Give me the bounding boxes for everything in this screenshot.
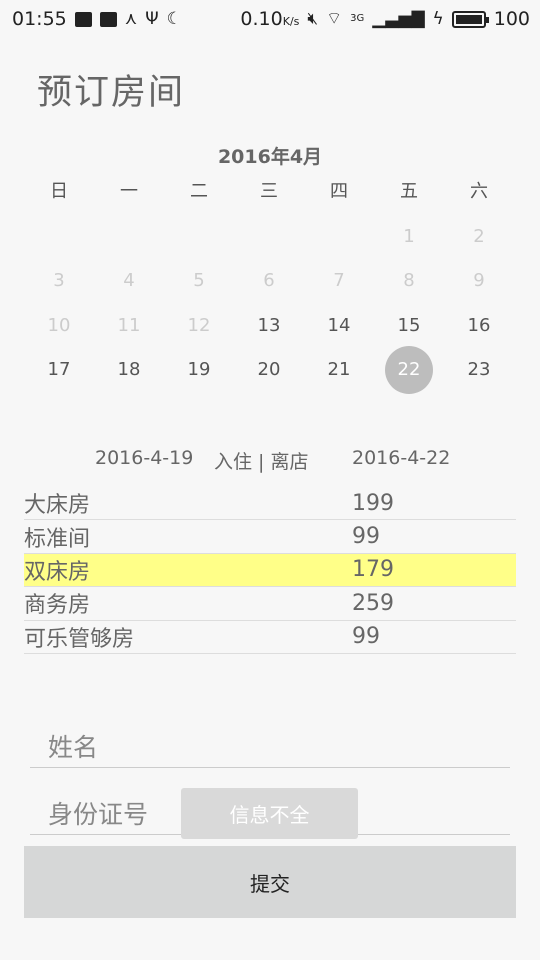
room-price: 259 [352,590,394,616]
calendar-day-19[interactable]: 19 [164,348,234,392]
calendar-month-label: 2016年4月 [217,146,323,168]
app-notification-icon [99,11,117,27]
charging-icon: ϟ [432,8,444,29]
calendar-empty-cell [94,215,164,259]
calendar-day-6: 6 [263,270,275,292]
room-name: 大床房 [24,493,91,519]
room-price: 179 [352,557,394,583]
status-left: 01:55 ⋏ Ψ ☾ [12,8,182,30]
status-right: 0.10K/s 🔇︎ ⌔ 3G ▁▃▅▇ ϟ 100 [240,8,530,30]
room-name: 标准间 [24,526,91,552]
selected-day-label: 22 [397,359,421,381]
weekday-header: 五 [400,181,418,203]
weekday-header: 六 [470,181,488,203]
room-row[interactable]: 商务房 259 [24,587,516,621]
moon-icon: ☾ [166,8,182,29]
weekday-header: 日 [50,181,68,203]
calendar-day-13[interactable]: 13 [234,304,304,348]
status-time: 01:55 [12,8,67,30]
calendar-day-22[interactable]: 22 [374,346,444,395]
calendar-empty-cell [24,215,94,259]
calendar-day-1: 1 [403,225,415,247]
calendar-empty-cell [304,215,374,259]
room-row[interactable]: 标准间 99 [24,520,516,554]
image-notification-icon [74,11,92,27]
calendar-day-23[interactable]: 23 [444,348,514,392]
room-name: 双床房 [24,559,91,585]
weekday-header: 三 [260,181,278,203]
signal-3g-icon: 3G [350,13,365,24]
room-price: 199 [352,490,394,516]
weekday-header: 四 [330,181,348,203]
calendar-day-9: 9 [473,270,485,292]
calendar-day-3: 3 [53,270,65,292]
calendar-day-21[interactable]: 21 [304,348,374,392]
checkin-date: 2016-4-19 [95,447,194,469]
room-name: 可乐管够房 [24,626,135,652]
room-price: 99 [352,624,380,650]
calendar-day-17[interactable]: 17 [24,348,94,392]
calendar-day-7: 7 [333,270,345,292]
calendar-day-12: 12 [187,314,211,336]
calendar-day-4: 4 [123,270,135,292]
weekday-header: 一 [120,181,138,203]
signal-icon: ▁▃▅▇ [372,8,425,29]
calendar-day-8: 8 [403,270,415,292]
calendar-day-16[interactable]: 16 [444,304,514,348]
calendar-empty-cell [234,215,304,259]
calendar-day-18[interactable]: 18 [94,348,164,392]
calendar-week-row: 12 [24,215,514,260]
calendar-weekday-row: 日一二三四五六 [24,170,514,215]
calendar-empty-cell [164,215,234,259]
calendar-day-20[interactable]: 20 [234,348,304,392]
date-range: 2016-4-19 入住 | 离店 2016-4-22 [0,447,540,477]
submit-button[interactable]: 提交 [24,846,516,918]
calendar-week-row: 3 4 5 6 7 8 9 [24,259,514,304]
weekday-header: 二 [190,181,208,203]
page-title: 预订房间 [37,73,186,113]
calendar-day-11: 11 [117,314,141,336]
calendar-week-row: 17 18 19 20 21 22 23 [24,346,514,395]
room-price: 99 [352,524,380,550]
checkout-date: 2016-4-22 [352,447,451,469]
battery-level: 100 [493,8,530,30]
calendar-day-15[interactable]: 15 [374,304,444,348]
toast-message: 信息不全 [181,788,358,839]
calendar-week-row: 10 11 12 13 14 15 16 [24,304,514,349]
calendar-day-10: 10 [47,314,71,336]
room-row[interactable]: 可乐管够房 99 [24,621,516,654]
room-row[interactable]: 双床房 179 [24,553,516,588]
room-name: 商务房 [24,593,91,619]
name-field[interactable] [30,728,510,768]
usb-icon: Ψ [145,8,159,29]
calendar-day-14[interactable]: 14 [304,304,374,348]
status-bar: 01:55 ⋏ Ψ ☾ 0.10K/s 🔇︎ ⌔ 3G ▁▃▅▇ ϟ 100 [0,0,540,38]
network-speed: 0.10K/s [240,8,300,30]
calendar-day-2: 2 [473,225,485,247]
room-list: 大床房 199 标准间 99 双床房 179 商务房 259 可乐管够房 99 [24,487,516,654]
share-icon: ⋏ [124,8,138,29]
mute-icon: 🔇︎ [307,8,319,29]
battery-icon [451,10,489,28]
calendar-grid: 日一二三四五六 1 2 3 4 5 6 7 8 9 10 11 12 13 14 15 16 17 18 19 20 2… [24,170,514,395]
name-input[interactable] [30,728,510,767]
room-row[interactable]: 大床房 199 [24,487,516,521]
checkin-checkout-label: 入住 | 离店 [214,451,309,473]
calendar-day-5: 5 [193,270,205,292]
wifi-icon: ⌔ [326,8,343,29]
